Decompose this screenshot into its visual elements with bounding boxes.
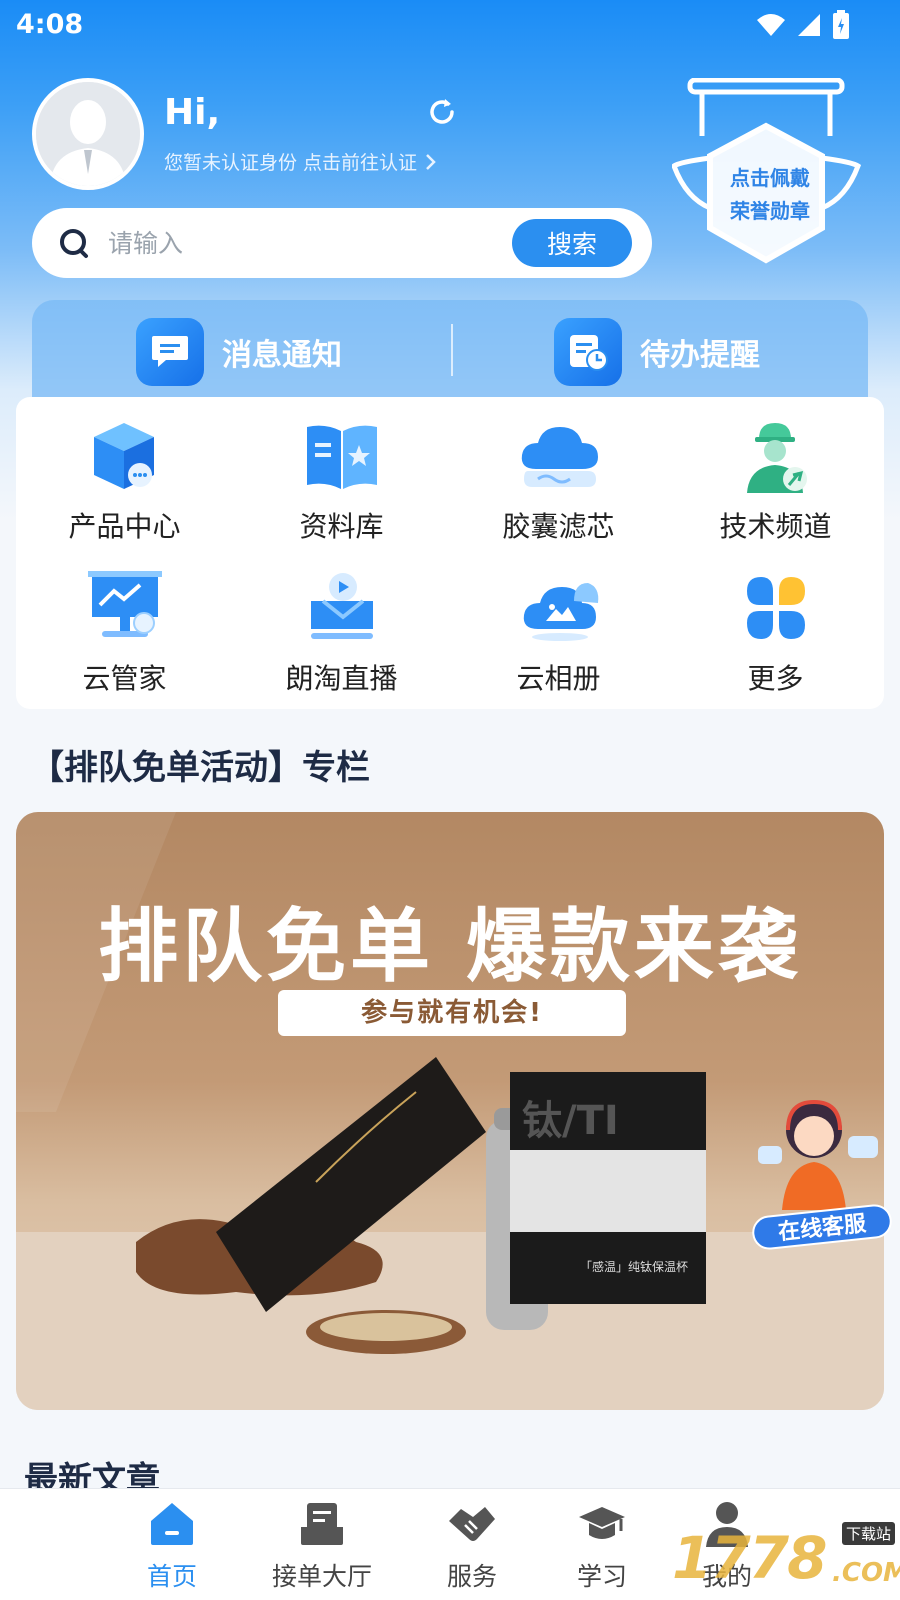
grid-item-product-center[interactable]: 产品中心 bbox=[16, 397, 233, 547]
live-icon bbox=[311, 573, 373, 639]
battery-icon bbox=[833, 10, 849, 39]
grid-label: 云管家 bbox=[82, 662, 167, 695]
grid-label: 资料库 bbox=[299, 510, 384, 543]
watermark-domain: .COM bbox=[832, 1558, 900, 1588]
honor-badge-button[interactable]: 点击佩戴 荣誉勋章 bbox=[670, 77, 868, 273]
cloud-photo-icon bbox=[523, 583, 599, 641]
tab-label: 首页 bbox=[146, 1562, 197, 1591]
banner-headline: 排队免单 爆款来袭 bbox=[98, 900, 802, 993]
product-caption: 「感温」纯钛保温杯 bbox=[580, 1260, 689, 1274]
status-time: 4:08 bbox=[16, 9, 84, 40]
grid-label: 技术频道 bbox=[719, 510, 832, 543]
site-watermark-logo: 1778 下载站 .COM bbox=[672, 1520, 900, 1600]
search-button[interactable]: 搜索 bbox=[512, 219, 632, 267]
more-icon bbox=[747, 577, 805, 639]
verify-identity-link[interactable]: 您暂未认证身份 点击前往认证 bbox=[164, 148, 437, 175]
book-icon bbox=[307, 425, 377, 489]
todo-reminder-button[interactable]: 待办提醒 bbox=[554, 318, 760, 386]
wifi-icon bbox=[757, 14, 785, 36]
grid-item-cloud-steward[interactable]: 云管家 bbox=[16, 549, 233, 699]
section-title: 【排队免单活动】专栏 bbox=[30, 748, 370, 788]
grid-item-more[interactable]: 更多 bbox=[667, 549, 884, 699]
badge-text: 点击佩戴 荣誉勋章 bbox=[672, 162, 868, 228]
todo-reminder-label: 待办提醒 bbox=[640, 338, 760, 373]
handshake-icon bbox=[449, 1507, 495, 1541]
cloud-filter-icon bbox=[521, 427, 598, 487]
greeting-text: Hi, bbox=[164, 92, 221, 133]
search-icon bbox=[60, 229, 88, 258]
grid-item-cloud-album[interactable]: 云相册 bbox=[450, 549, 667, 699]
chevron-right-icon bbox=[426, 153, 436, 170]
tab-order-hall[interactable]: 接单大厅 bbox=[247, 1489, 397, 1600]
banner-subline: 参与就有机会! bbox=[278, 990, 626, 1036]
grid-label: 产品中心 bbox=[68, 510, 181, 543]
tab-label: 接单大厅 bbox=[271, 1562, 372, 1591]
badge-text-line2: 荣誉勋章 bbox=[730, 199, 810, 223]
product-box-icon bbox=[94, 423, 154, 489]
grid-label: 朗淘直播 bbox=[285, 662, 398, 695]
product-box-text: 钛/TI bbox=[522, 1098, 619, 1144]
feature-grid: 产品中心 资料库 胶囊滤芯 技术频道 云管家 朗淘直播 云相册 更多 bbox=[16, 397, 884, 709]
grid-label: 云相册 bbox=[516, 662, 601, 695]
home-icon bbox=[151, 1503, 193, 1545]
grid-item-live-stream[interactable]: 朗淘直播 bbox=[233, 549, 450, 699]
notify-divider bbox=[451, 324, 453, 376]
notification-bar: 消息通知 待办提醒 bbox=[32, 300, 868, 400]
badge-text-line1: 点击佩戴 bbox=[730, 166, 810, 190]
search-input[interactable] bbox=[108, 220, 528, 266]
status-icons bbox=[756, 10, 850, 40]
avatar-silhouette-icon bbox=[36, 82, 140, 186]
avatar[interactable] bbox=[32, 78, 144, 190]
grid-item-capsule-filter[interactable]: 胶囊滤芯 bbox=[450, 397, 667, 547]
watermark-sub: 下载站 bbox=[842, 1522, 896, 1545]
search-bar: 搜索 bbox=[32, 208, 652, 278]
tab-home[interactable]: 首页 bbox=[97, 1489, 247, 1600]
todo-clock-icon bbox=[554, 318, 622, 386]
grid-item-tech-channel[interactable]: 技术频道 bbox=[667, 397, 884, 547]
watermark-number: 1778 bbox=[672, 1524, 827, 1592]
grid-item-library[interactable]: 资料库 bbox=[233, 397, 450, 547]
graduation-cap-icon bbox=[579, 1507, 625, 1539]
messages-notify-label: 消息通知 bbox=[222, 338, 342, 373]
status-bar: 4:08 bbox=[0, 0, 900, 50]
tab-label: 服务 bbox=[446, 1562, 497, 1591]
engineer-icon bbox=[747, 423, 807, 493]
refresh-icon[interactable] bbox=[426, 96, 458, 128]
grid-label: 胶囊滤芯 bbox=[502, 510, 615, 543]
monitor-icon bbox=[88, 571, 162, 637]
order-icon bbox=[301, 1503, 343, 1545]
tab-service[interactable]: 服务 bbox=[397, 1489, 547, 1600]
grid-label: 更多 bbox=[747, 662, 804, 695]
customer-service-agent-icon bbox=[758, 1099, 878, 1210]
message-bubble-icon bbox=[136, 318, 204, 386]
cellular-signal-icon bbox=[798, 14, 820, 36]
verify-text-label: 您暂未认证身份 点击前往认证 bbox=[164, 152, 418, 174]
messages-notify-button[interactable]: 消息通知 bbox=[136, 318, 342, 386]
online-customer-service-button[interactable]: 在线客服 bbox=[750, 1090, 894, 1252]
